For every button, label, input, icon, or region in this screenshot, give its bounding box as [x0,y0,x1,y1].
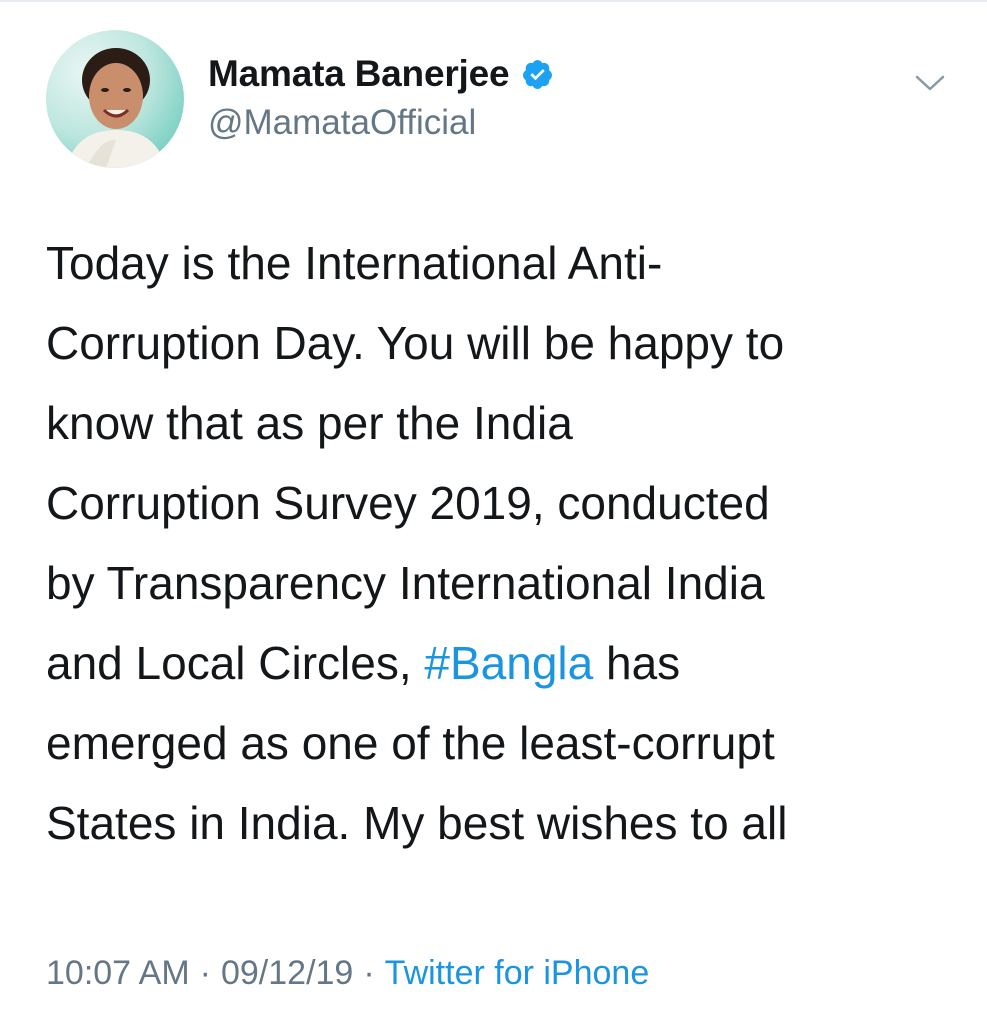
meta-separator: · [363,954,375,992]
tweet-text-segment: has [593,637,681,689]
tweet-meta: 10:07 AM · 09/12/19 · Twitter for iPhone [46,948,649,998]
tweet-text: Today is the International Anti- Corrupt… [46,223,946,863]
avatar-portrait [66,48,166,168]
tweet-time[interactable]: 10:07 AM [46,954,190,992]
top-divider [0,0,987,2]
tweet-text-segment: and Local Circles, [46,637,425,689]
tweet-source-link[interactable]: Twitter for iPhone [385,954,650,992]
tweet-text-line: by Transparency International India [46,557,765,609]
verified-badge-icon [521,58,554,91]
tweet-text-line: States in India. My best wishes to all [46,797,788,849]
tweet-header: Mamata Banerjee @MamataOfficial [46,30,946,170]
tweet-text-line-with-hashtag: and Local Circles, #Bangla has [46,623,946,703]
profile-avatar[interactable] [46,30,184,168]
tweet-text-line: Today is the International Anti- [46,237,663,289]
tweet-date[interactable]: 09/12/19 [221,954,353,992]
author-handle[interactable]: @MamataOfficial [208,100,554,146]
author-names: Mamata Banerjee @MamataOfficial [208,48,554,146]
tweet-text-line: Corruption Day. You will be happy to [46,317,785,369]
chevron-down-icon[interactable] [914,74,946,94]
display-name[interactable]: Mamata Banerjee [208,53,510,95]
display-name-row: Mamata Banerjee [208,48,554,100]
tweet-text-line: know that as per the India [46,397,573,449]
hashtag-link[interactable]: #Bangla [424,637,593,689]
tweet-text-line: emerged as one of the least-corrupt [46,717,775,769]
tweet-text-line: Corruption Survey 2019, conducted [46,477,770,529]
meta-separator: · [199,954,211,992]
